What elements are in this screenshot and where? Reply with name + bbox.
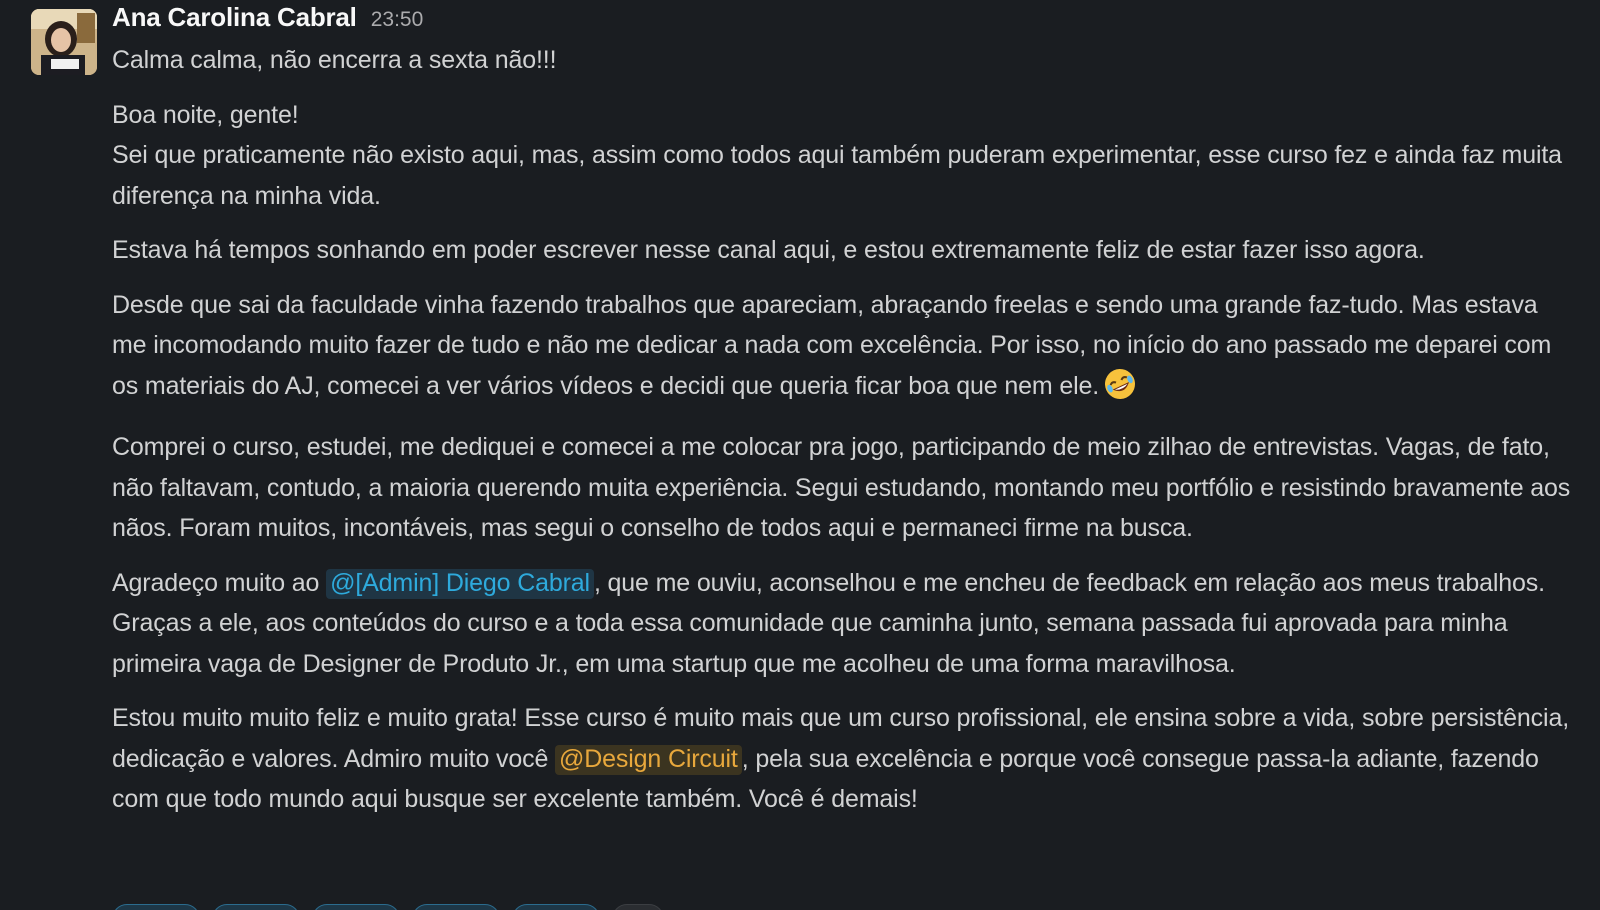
message-paragraph-2a: Boa noite, gente!	[112, 100, 299, 129]
reaction-pill[interactable]	[312, 904, 400, 910]
paragraph-6-before: Agradeço muito ao	[112, 568, 327, 597]
paragraph-4-text: Desde que sai da faculdade vinha fazendo…	[112, 290, 1552, 400]
message-paragraph-6: Agradeço muito ao @[Admin] Diego Cabral,…	[112, 563, 1572, 685]
user-photo-avatar-icon	[31, 9, 97, 75]
reaction-pill[interactable]	[512, 904, 600, 910]
chat-message: Ana Carolina Cabral 23:50 Calma calma, n…	[0, 0, 1600, 910]
message-content: Ana Carolina Cabral 23:50 Calma calma, n…	[112, 2, 1572, 820]
reaction-pill[interactable]	[212, 904, 300, 910]
message-body: Calma calma, não encerra a sexta não!!! …	[112, 40, 1572, 820]
mention-admin-diego[interactable]: @[Admin] Diego Cabral	[326, 568, 594, 599]
message-header: Ana Carolina Cabral 23:50	[112, 2, 1572, 42]
message-paragraph-3: Estava há tempos sonhando em poder escre…	[112, 236, 1425, 264]
reaction-pill[interactable]	[112, 904, 200, 910]
author-avatar[interactable]	[31, 9, 97, 75]
author-name[interactable]: Ana Carolina Cabral	[112, 2, 357, 33]
mention-design-circuit[interactable]: @Design Circuit	[555, 744, 742, 775]
message-paragraph-7: Estou muito muito feliz e muito grata! E…	[112, 698, 1572, 820]
rolling-on-floor-laughing-emoji-icon	[1103, 367, 1137, 414]
reaction-pill[interactable]	[412, 904, 500, 910]
add-reaction-button[interactable]	[612, 904, 664, 910]
message-paragraph-2b: Sei que praticamente não existo aqui, ma…	[112, 141, 1562, 210]
message-paragraph-4: Desde que sai da faculdade vinha fazendo…	[112, 285, 1572, 414]
message-timestamp[interactable]: 23:50	[371, 8, 424, 32]
reactions-bar	[112, 904, 664, 910]
message-paragraph-1: Calma calma, não encerra a sexta não!!!	[112, 46, 557, 74]
message-paragraph-5: Comprei o curso, estudei, me dediquei e …	[112, 433, 1571, 542]
